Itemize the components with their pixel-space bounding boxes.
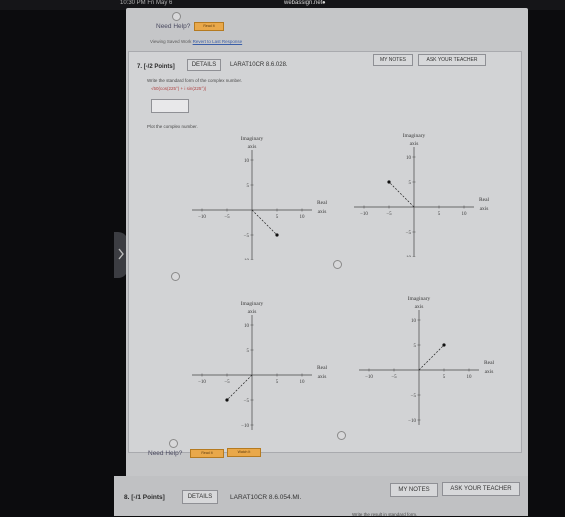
details-button[interactable]: DETAILS [187,59,221,71]
imaginary-axis-label-2: axis [248,144,257,150]
question-8-card: 8. [-/1 Points] DETAILS LARAT10CR 8.6.05… [114,476,528,517]
y-tick-label: 10 [411,319,417,324]
real-axis-label-2: axis [318,209,327,215]
complex-expression: √50(cos(225°) + i sin(225°)) [151,86,207,91]
x-tick-label: 10 [300,215,306,220]
problem-code-q8: LARAT10CR 8.6.054.MI. [230,494,302,501]
imaginary-axis-label-2: axis [410,141,419,147]
real-axis-label-2: axis [485,369,494,375]
imaginary-axis-label-2: axis [248,309,257,315]
option-a-radio[interactable] [171,272,180,281]
real-axis-label: Real [484,360,494,366]
x-tick-label: −5 [224,215,230,220]
y-tick-label: −5 [244,234,250,239]
record-icon: ● [322,0,326,6]
need-help-label-q7: Need Help? [148,450,183,457]
vector-line [251,209,278,236]
saved-work-line: Viewing Saved Work Revert to Last Respon… [150,39,242,44]
plot-option-a: Imaginary axis Real axis −10 −5 5 10 10 5 −5 −10 [192,136,327,260]
x-tick-label: −10 [365,375,373,380]
option-c-radio[interactable] [169,439,178,448]
x-tick-label: −5 [224,380,230,385]
vector-line [226,374,253,401]
x-tick-label: 10 [467,375,473,380]
x-tick-label: 5 [276,380,279,385]
imaginary-axis-label: Imaginary [241,136,264,142]
ask-teacher-button-q8[interactable]: ASK YOUR TEACHER [442,482,520,496]
imaginary-axis-label: Imaginary [241,301,264,307]
my-notes-button[interactable]: MY NOTES [373,54,413,66]
details-button-q8[interactable]: DETAILS [182,490,218,504]
status-time: 10:30 PM Fri May 6 [120,0,173,6]
y-tick-label: −5 [406,231,412,236]
my-notes-button-q8[interactable]: MY NOTES [390,483,438,497]
y-tick-label: −10 [408,419,416,424]
instruction-text: Write the standard form of the complex n… [147,78,242,83]
y-tick-label: −10 [403,256,411,257]
viewing-saved-label: Viewing Saved Work [150,39,192,44]
x-tick-label: −10 [198,215,206,220]
y-tick-label: 5 [414,344,417,349]
question-8-number: 8. [-/1 Points] [124,494,165,501]
read-it-button-q7[interactable]: Read It [190,449,224,458]
answer-input[interactable] [151,99,189,113]
instruction-text-q8: Write the result in standard form. [352,512,418,517]
complex-point [275,233,279,237]
problem-code: LARAT10CR 8.6.028. [230,62,288,68]
real-axis-label-2: axis [318,374,327,380]
plot-option-b: Imaginary axis Real axis −10 −5 5 10 10 5 −5 −10 [354,133,489,257]
plot-option-c: Imaginary axis Real axis −10 −5 5 10 10 5 −5 −10 [192,301,327,430]
x-tick-label: −10 [360,212,368,217]
x-tick-label: 5 [443,375,446,380]
real-axis-label: Real [317,365,327,371]
complex-point [387,180,391,184]
y-tick-label: 5 [409,181,412,186]
option-d-radio[interactable] [337,431,346,440]
chevron-right-icon [118,248,124,260]
x-tick-label: −5 [391,375,397,380]
plot-option-d: Imaginary axis Real axis −10 −5 5 10 10 5 −5 −10 [359,296,494,425]
x-tick-label: −10 [198,380,206,385]
y-tick-label: 5 [247,184,250,189]
question-number: 7. [-/2 Points] [137,64,175,70]
imaginary-axis-label: Imaginary [403,133,426,139]
url-label[interactable]: webassign.net [284,0,322,6]
x-tick-label: 5 [438,212,441,217]
y-tick-label: 5 [247,349,250,354]
complex-point [225,398,229,402]
y-tick-label: −5 [244,399,250,404]
x-tick-label: 10 [462,212,468,217]
y-tick-label: 10 [244,324,250,329]
imaginary-axis-label: Imaginary [408,296,431,302]
y-tick-label: −5 [411,394,417,399]
y-tick-label: 10 [406,156,412,161]
watch-it-button-q7[interactable]: Watch It [227,448,261,457]
y-tick-label: −10 [241,259,249,260]
x-tick-label: 10 [300,380,306,385]
y-tick-label: −10 [241,424,249,429]
x-tick-label: 5 [276,215,279,220]
webassign-page: Need Help? Read It Viewing Saved Work Re… [114,8,528,517]
y-tick-label: 10 [244,159,250,164]
imaginary-axis-label-2: axis [415,304,424,310]
answer-radio-prev[interactable] [172,12,181,21]
ask-teacher-button[interactable]: ASK YOUR TEACHER [418,54,486,66]
real-axis-label: Real [317,200,327,206]
real-axis-label: Real [479,197,489,203]
revert-link[interactable]: Revert to Last Response [193,39,243,44]
x-tick-label: −5 [386,212,392,217]
plot-prompt: Plot the complex number. [147,124,198,129]
vector-line [418,344,445,371]
option-b-radio[interactable] [333,260,342,269]
real-axis-label-2: axis [480,206,489,212]
read-it-button[interactable]: Read It [194,22,224,31]
need-help-label: Need Help? [156,23,191,30]
complex-point [442,343,446,347]
question-7-card: 7. [-/2 Points] DETAILS LARAT10CR 8.6.02… [128,51,522,453]
